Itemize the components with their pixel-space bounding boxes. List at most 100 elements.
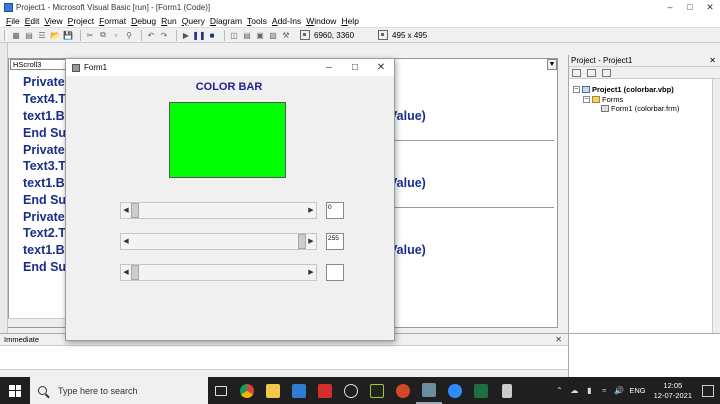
language-indicator[interactable]: ENG xyxy=(629,386,645,395)
winamp-icon[interactable] xyxy=(364,377,390,404)
tree-folder-node[interactable]: – Forms xyxy=(583,95,623,104)
redo-icon[interactable]: ↷ xyxy=(159,30,169,40)
green-scrollbar[interactable]: ◀ ▶ xyxy=(120,233,317,250)
maximize-button[interactable]: □ xyxy=(680,0,700,14)
notification-icon[interactable] xyxy=(702,384,714,397)
menu-edit[interactable]: Edit xyxy=(25,16,40,26)
red-value-textbox[interactable]: 0 xyxy=(326,202,344,219)
store-icon[interactable] xyxy=(286,377,312,404)
cloud-icon[interactable]: ☁ xyxy=(569,386,579,396)
code-line[interactable]: Text2.T xyxy=(23,226,66,240)
menu-diagram[interactable]: Diagram xyxy=(210,16,242,26)
start-icon[interactable]: ▶ xyxy=(181,30,191,40)
minimize-button[interactable]: – xyxy=(660,0,680,14)
menu-add-ins[interactable]: Add-Ins xyxy=(272,16,301,26)
menu-debug[interactable]: Debug xyxy=(131,16,156,26)
start-button[interactable] xyxy=(0,377,30,404)
tree-form-node[interactable]: Form1 (colorbar.frm) xyxy=(601,104,679,113)
undo-icon[interactable]: ↶ xyxy=(146,30,156,40)
taskbar-search[interactable]: Type here to search xyxy=(30,377,208,404)
excel-icon[interactable] xyxy=(468,377,494,404)
scroll-left-arrow-icon[interactable]: ◀ xyxy=(121,265,131,280)
scroll-thumb[interactable] xyxy=(131,203,139,218)
procedure-combo-arrow[interactable]: ▼ xyxy=(547,59,557,70)
chevron-up-icon[interactable]: ⌃ xyxy=(554,386,564,396)
scroll-left-arrow-icon[interactable]: ◀ xyxy=(121,234,131,249)
blue-scrollbar[interactable]: ◀ ▶ xyxy=(120,264,317,281)
task-view-icon[interactable] xyxy=(208,377,234,404)
code-line[interactable]: Private xyxy=(23,210,65,224)
code-line[interactable]: End Sul xyxy=(23,260,70,274)
tree-project-node[interactable]: – Project1 (colorbar.vbp) xyxy=(573,85,674,94)
vscode-icon[interactable] xyxy=(338,377,364,404)
green-value-textbox[interactable]: 255 xyxy=(326,233,344,250)
clock[interactable]: 12:05 12-07-2021 xyxy=(654,381,692,401)
break-icon[interactable]: ❚❚ xyxy=(192,30,205,40)
code-line[interactable]: End Sul xyxy=(23,126,70,140)
close-button[interactable]: ✕ xyxy=(700,0,720,14)
view-object-icon[interactable] xyxy=(587,68,596,77)
properties-window-icon[interactable]: ▤ xyxy=(242,30,252,40)
chrome-icon[interactable] xyxy=(234,377,260,404)
collapse-icon[interactable]: – xyxy=(583,96,590,103)
toolbox-strip[interactable] xyxy=(0,43,8,333)
menu-file[interactable]: File xyxy=(6,16,20,26)
form1-close-button[interactable]: ✕ xyxy=(368,59,394,76)
volume-icon[interactable]: 🔊 xyxy=(614,386,624,396)
project-panel-scrollbar[interactable] xyxy=(712,79,720,333)
menu-query[interactable]: Query xyxy=(182,16,205,26)
save-icon[interactable]: 💾 xyxy=(63,30,73,40)
form1-maximize-button[interactable]: □ xyxy=(342,59,368,76)
find-icon[interactable]: ⚲ xyxy=(124,30,134,40)
scroll-left-arrow-icon[interactable]: ◀ xyxy=(121,203,131,218)
open-icon[interactable]: 📂 xyxy=(50,30,60,40)
zoom-icon[interactable] xyxy=(442,377,468,404)
scroll-right-arrow-icon[interactable]: ▶ xyxy=(306,234,316,249)
code-horizontal-scrollbar[interactable] xyxy=(8,318,66,327)
toolbox-icon[interactable]: ⚒ xyxy=(281,30,291,40)
files-icon[interactable] xyxy=(494,377,520,404)
scroll-right-arrow-icon[interactable]: ▶ xyxy=(306,265,316,280)
add-form-icon[interactable]: ▤ xyxy=(24,30,34,40)
immediate-scrollbar[interactable] xyxy=(0,369,568,377)
cut-icon[interactable]: ✂ xyxy=(85,30,95,40)
toolbar-grip[interactable] xyxy=(4,29,7,41)
battery-icon[interactable]: ▮ xyxy=(584,386,594,396)
toggle-folders-icon[interactable] xyxy=(602,68,611,77)
powerpoint-icon[interactable] xyxy=(390,377,416,404)
scroll-thumb[interactable] xyxy=(298,234,306,249)
file-explorer-icon[interactable] xyxy=(260,377,286,404)
blue-value-textbox[interactable] xyxy=(326,264,344,281)
menu-editor-icon[interactable]: ☰ xyxy=(37,30,47,40)
immediate-close-icon[interactable]: ✕ xyxy=(555,335,562,344)
menu-project[interactable]: Project xyxy=(68,16,94,26)
object-browser-icon[interactable]: ▧ xyxy=(268,30,278,40)
view-code-icon[interactable] xyxy=(572,68,581,77)
end-icon[interactable]: ■ xyxy=(207,30,217,40)
scroll-right-arrow-icon[interactable]: ▶ xyxy=(306,203,316,218)
form1-minimize-button[interactable]: – xyxy=(316,59,342,76)
code-line[interactable]: Private xyxy=(23,143,65,157)
copy-icon[interactable]: ⧉ xyxy=(98,30,108,40)
code-line[interactable]: End Sul xyxy=(23,193,70,207)
menu-run[interactable]: Run xyxy=(161,16,177,26)
acrobat-icon[interactable] xyxy=(312,377,338,404)
wifi-icon[interactable]: ≈ xyxy=(599,386,609,396)
code-line[interactable]: text1.B xyxy=(23,243,65,257)
menu-window[interactable]: Window xyxy=(306,16,336,26)
menu-help[interactable]: Help xyxy=(341,16,358,26)
code-line[interactable]: text1.B xyxy=(23,176,65,190)
menu-format[interactable]: Format xyxy=(99,16,126,26)
vb6-icon[interactable] xyxy=(416,377,442,404)
code-line[interactable]: text1.B xyxy=(23,109,65,123)
form-layout-icon[interactable]: ▣ xyxy=(255,30,265,40)
project-explorer-icon[interactable]: ◫ xyxy=(229,30,239,40)
code-line[interactable]: Text3.T xyxy=(23,159,66,173)
add-project-icon[interactable]: ▦ xyxy=(11,30,21,40)
paste-icon[interactable]: ▫ xyxy=(111,30,121,40)
menu-tools[interactable]: Tools xyxy=(247,16,267,26)
scroll-thumb[interactable] xyxy=(131,265,139,280)
menu-view[interactable]: View xyxy=(44,16,62,26)
code-line[interactable]: Private xyxy=(23,75,65,89)
code-line[interactable]: Text4.T xyxy=(23,92,66,106)
